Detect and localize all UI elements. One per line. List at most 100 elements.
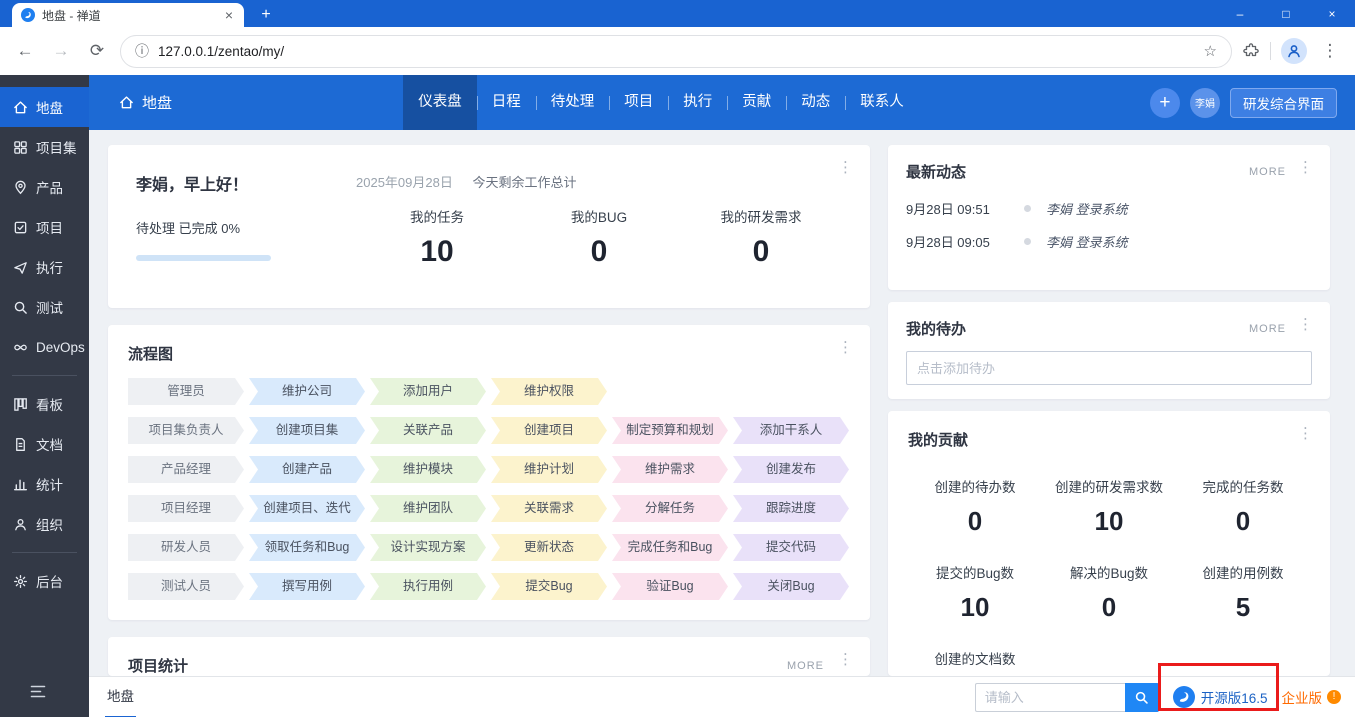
new-tab-button[interactable]: + (254, 6, 278, 24)
flow-step-chip[interactable]: 跟踪进度 (733, 495, 849, 522)
flow-step-chip[interactable]: 分解任务 (612, 495, 728, 522)
flow-step-chip[interactable]: 验证Bug (612, 573, 728, 600)
tab-execution[interactable]: 执行 (668, 75, 727, 130)
card-menu-icon[interactable]: ⋮ (1295, 424, 1316, 442)
stat-value[interactable]: 0 (1042, 592, 1176, 623)
flow-step-chip[interactable]: 维护权限 (491, 378, 607, 405)
card-menu-icon[interactable]: ⋮ (835, 338, 856, 356)
statusbar-tab-dashboard[interactable]: 地盘 (105, 677, 136, 717)
flow-step-chip[interactable]: 添加用户 (370, 378, 486, 405)
flow-step-chip[interactable]: 制定预算和规划 (612, 417, 728, 444)
stat-value[interactable]: 10 (908, 592, 1042, 623)
sidebar-item-doc[interactable]: 文档 (0, 424, 89, 464)
product-pin-icon (15, 180, 26, 194)
card-menu-icon[interactable]: ⋮ (835, 158, 856, 176)
version-label: 开源版16.5 (1200, 691, 1268, 706)
window-maximize-icon[interactable]: □ (1263, 0, 1309, 27)
flow-step-chip[interactable]: 关联产品 (370, 417, 486, 444)
sidebar-item-project-set[interactable]: 项目集 (0, 127, 89, 167)
reload-icon[interactable]: ⟳ (84, 41, 110, 61)
stat-value[interactable]: 0 (1176, 506, 1310, 537)
bookmark-star-icon[interactable]: ☆ (1204, 42, 1217, 60)
site-info-icon[interactable]: ⓘ (135, 41, 149, 61)
project-stats-more-link[interactable]: MORE (787, 660, 824, 672)
flow-step-chip[interactable]: 添加干系人 (733, 417, 849, 444)
kanban-icon (14, 397, 27, 411)
tab-contacts[interactable]: 联系人 (845, 75, 919, 130)
flow-step-chip[interactable]: 撰写用例 (249, 573, 365, 600)
card-menu-icon[interactable]: ⋮ (1295, 158, 1316, 176)
enterprise-link[interactable]: 企业版 ! (1282, 687, 1341, 707)
project-icon (14, 221, 27, 233)
tab-close-icon[interactable]: × (223, 8, 235, 22)
add-todo-input[interactable] (906, 351, 1312, 385)
tab-calendar[interactable]: 日程 (476, 75, 536, 130)
flow-step-chip[interactable]: 维护团队 (370, 495, 486, 522)
flow-row-admin: 管理员 维护公司 添加用户 维护权限 (128, 378, 850, 405)
sidebar-item-test[interactable]: 测试 (0, 287, 89, 327)
sidebar-collapse-icon[interactable] (30, 685, 46, 703)
flow-step-chip[interactable]: 更新状态 (491, 534, 607, 561)
flow-step-chip[interactable]: 创建发布 (733, 456, 849, 483)
window-minimize-icon[interactable]: – (1217, 0, 1263, 27)
flow-step-chip[interactable]: 创建项目集 (249, 417, 365, 444)
card-menu-icon[interactable]: ⋮ (1295, 315, 1316, 333)
back-icon[interactable]: ← (12, 41, 38, 61)
flow-step-chip[interactable]: 创建产品 (249, 456, 365, 483)
side-column: 最新动态 MORE ⋮ 9月28日 09:51 李娟 登录系统 9月28日 09… (888, 145, 1330, 676)
sidebar-item-org[interactable]: 组织 (0, 504, 89, 544)
flow-step-chip[interactable]: 提交代码 (733, 534, 849, 561)
flow-step-chip[interactable]: 关联需求 (491, 495, 607, 522)
stat-value[interactable]: 5 (1176, 592, 1310, 623)
stat-value[interactable]: 0 (518, 235, 680, 269)
user-avatar[interactable]: 李娟 (1189, 87, 1220, 118)
flow-step-chip[interactable]: 创建项目 (491, 417, 607, 444)
tab-todo[interactable]: 待处理 (535, 75, 610, 130)
flow-step-chip[interactable]: 创建项目、迭代 (249, 495, 365, 522)
tab-dashboard[interactable]: 仪表盘 (403, 75, 477, 130)
profile-icon[interactable] (1281, 38, 1307, 64)
my-todo-more-link[interactable]: MORE (1249, 323, 1286, 335)
address-bar[interactable]: ⓘ 127.0.0.1/zentao/my/ ☆ (120, 34, 1232, 68)
sidebar-item-project[interactable]: 项目 (0, 207, 89, 247)
flow-step-chip[interactable]: 执行用例 (370, 573, 486, 600)
flow-row-product-manager: 产品经理 创建产品 维护模块 维护计划 维护需求 创建发布 (128, 456, 850, 483)
flow-step-chip[interactable]: 关闭Bug (733, 573, 849, 600)
flow-step-chip[interactable]: 维护需求 (612, 456, 728, 483)
sidebar-item-kanban[interactable]: 看板 (0, 384, 89, 424)
quick-create-button[interactable]: + (1149, 87, 1180, 118)
browser-menu-icon[interactable]: ⋮ (1317, 41, 1343, 61)
global-search-input[interactable] (974, 682, 1125, 712)
latest-news-more-link[interactable]: MORE (1249, 166, 1286, 178)
stat-value[interactable]: 0 (680, 235, 842, 269)
search-button[interactable] (1124, 682, 1159, 712)
forward-icon[interactable]: → (48, 41, 74, 61)
flow-step-chip[interactable]: 完成任务和Bug (612, 534, 728, 561)
version-link[interactable]: 开源版16.5 (1172, 686, 1268, 708)
tab-project[interactable]: 项目 (609, 75, 668, 130)
flow-step-chip[interactable]: 维护模块 (370, 456, 486, 483)
sidebar-item-stats[interactable]: 统计 (0, 464, 89, 504)
flow-step-chip[interactable]: 提交Bug (491, 573, 607, 600)
tab-contribution[interactable]: 贡献 (727, 75, 786, 130)
stat-value[interactable]: 10 (356, 235, 518, 269)
sidebar-item-product[interactable]: 产品 (0, 167, 89, 207)
flow-step-chip[interactable]: 维护计划 (491, 456, 607, 483)
sidebar-item-devops[interactable]: DevOps (0, 327, 89, 367)
sidebar-item-execution[interactable]: 执行 (0, 247, 89, 287)
window-close-icon[interactable]: × (1309, 0, 1355, 27)
grid-icon (14, 140, 27, 154)
tab-dynamic[interactable]: 动态 (786, 75, 845, 130)
sidebar-item-dashboard[interactable]: 地盘 (0, 87, 89, 127)
flow-step-chip[interactable]: 维护公司 (249, 378, 365, 405)
rnd-ui-switch-button[interactable]: 研发综合界面 (1229, 87, 1337, 118)
extensions-icon[interactable] (1242, 42, 1260, 60)
sidebar-item-admin[interactable]: 后台 (0, 561, 89, 601)
flow-step-chip[interactable]: 领取任务和Bug (249, 534, 365, 561)
stat-value[interactable]: 10 (1042, 506, 1176, 537)
flow-step-chip[interactable]: 设计实现方案 (370, 534, 486, 561)
card-menu-icon[interactable]: ⋮ (835, 650, 856, 668)
stat-value[interactable]: 0 (908, 506, 1042, 537)
app-home-title[interactable]: 地盘 (119, 92, 172, 113)
browser-tab[interactable]: 地盘 - 禅道 × (12, 3, 244, 27)
